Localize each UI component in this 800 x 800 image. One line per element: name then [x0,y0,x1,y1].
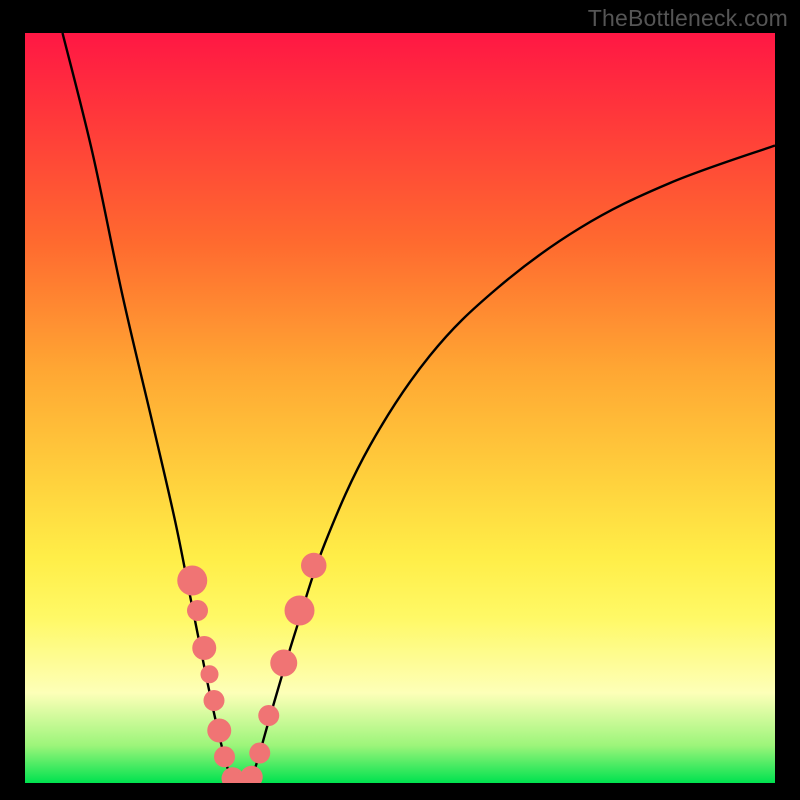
data-marker [249,743,270,764]
data-marker [201,665,219,683]
chart-svg [25,33,775,783]
data-marker [240,766,263,783]
data-marker [285,596,315,626]
data-marker [204,690,225,711]
watermark-text: TheBottleneck.com [588,5,788,32]
data-marker [301,553,327,579]
curve-right-branch [250,146,775,784]
data-marker [214,746,235,767]
data-marker [270,650,297,677]
data-marker [192,636,216,660]
data-marker [187,600,208,621]
data-marker [207,719,231,743]
chart-plot-area [25,33,775,783]
data-marker [177,566,207,596]
data-marker [258,705,279,726]
